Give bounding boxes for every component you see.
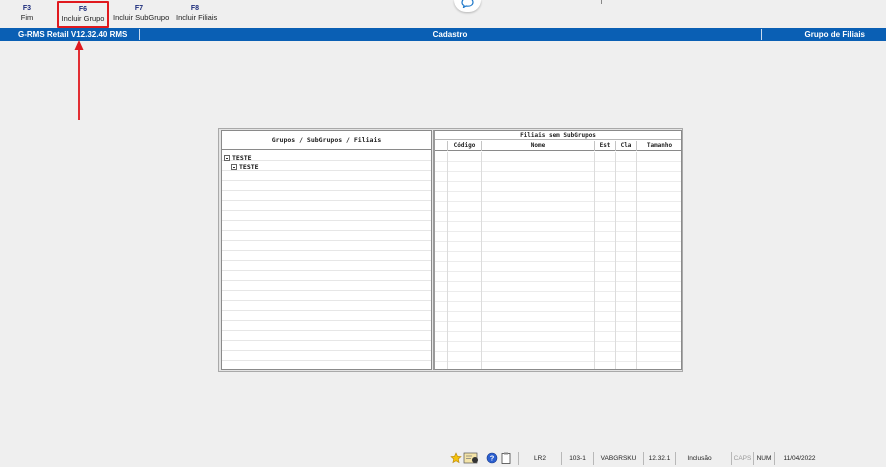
column-header-indicator[interactable] bbox=[435, 141, 447, 151]
user-lookup-icon[interactable] bbox=[463, 452, 481, 464]
tree-rows bbox=[222, 151, 431, 369]
column-header-size[interactable]: Tamanho bbox=[636, 141, 682, 151]
title-separator bbox=[761, 29, 762, 40]
collapse-toggle-icon[interactable] bbox=[231, 164, 237, 170]
f7-include-subgroup-button[interactable]: F7 Incluir SubGrupo bbox=[113, 4, 170, 23]
status-bar: ? LR2 103-1 VABGRSKU 12.32.1 Inclusão CA… bbox=[448, 451, 886, 465]
status-caps-lock: CAPS bbox=[731, 452, 753, 465]
status-mode: Inclusão bbox=[675, 452, 723, 465]
grid-column-line bbox=[636, 152, 637, 369]
f8-key-label: Incluir Filiais bbox=[176, 13, 218, 22]
grid-column-line bbox=[594, 152, 595, 369]
grid-header-row: Código Nome Est Cla Tamanho bbox=[435, 141, 681, 151]
tree-node-label: TESTE bbox=[239, 163, 259, 171]
column-header-name[interactable]: Nome bbox=[481, 141, 594, 151]
f7-key-label: Incluir SubGrupo bbox=[113, 13, 170, 22]
status-branch: 103-1 bbox=[561, 452, 593, 465]
status-date: 11/04/2022 bbox=[774, 452, 824, 465]
toolbar-divider bbox=[601, 0, 602, 4]
f3-key-label: Fim bbox=[20, 13, 34, 22]
grid-body bbox=[435, 152, 681, 369]
grid-column-line bbox=[615, 152, 616, 369]
clipboard-icon[interactable] bbox=[500, 452, 512, 464]
tree-node-subgroup[interactable]: TESTE bbox=[231, 163, 259, 171]
tree-node-label: TESTE bbox=[232, 154, 252, 162]
module-title: Cadastro bbox=[432, 30, 468, 39]
groups-tree[interactable]: Grupos / SubGrupos / Filiais TESTE TESTE bbox=[221, 130, 432, 370]
annotation-arrow bbox=[74, 40, 84, 120]
f8-key-code: F8 bbox=[190, 5, 200, 12]
tree-header: Grupos / SubGrupos / Filiais bbox=[222, 131, 431, 150]
function-key-toolbar: F3 Fim F6 Incluir Grupo F7 Incluir SubGr… bbox=[0, 0, 886, 28]
tree-node-group[interactable]: TESTE bbox=[224, 154, 252, 162]
group-branches-panel: Grupos / SubGrupos / Filiais TESTE TESTE… bbox=[218, 128, 683, 372]
collapse-toggle-icon[interactable] bbox=[224, 155, 230, 161]
branches-without-subgroups-grid[interactable]: Filiais sem SubGrupos Código Nome Est Cl… bbox=[433, 130, 682, 370]
f6-include-group-button[interactable]: F6 Incluir Grupo bbox=[57, 1, 109, 28]
svg-text:?: ? bbox=[490, 454, 495, 463]
f3-key-code: F3 bbox=[22, 5, 32, 12]
f7-key-code: F7 bbox=[134, 5, 144, 12]
status-workstation: LR2 bbox=[518, 452, 561, 465]
column-header-cla[interactable]: Cla bbox=[615, 141, 636, 151]
f6-key-code: F6 bbox=[78, 6, 88, 13]
title-bar: G-RMS Retail V12.32.40 RMS Cadastro Grup… bbox=[0, 28, 886, 41]
grid-title: Filiais sem SubGrupos bbox=[435, 131, 681, 140]
status-version: 12.32.1 bbox=[643, 452, 675, 465]
grid-column-line bbox=[481, 152, 482, 369]
help-icon[interactable]: ? bbox=[486, 452, 498, 464]
column-header-est[interactable]: Est bbox=[594, 141, 615, 151]
screen-title: Grupo de Filiais bbox=[804, 30, 865, 39]
star-icon[interactable] bbox=[450, 452, 462, 464]
f8-include-branches-button[interactable]: F8 Incluir Filiais bbox=[176, 4, 218, 23]
status-program: VABGRSKU bbox=[593, 452, 643, 465]
status-num-lock: NUM bbox=[753, 452, 774, 465]
grid-column-line bbox=[447, 152, 448, 369]
f3-exit-button[interactable]: F3 Fim bbox=[16, 4, 38, 23]
f6-key-label: Incluir Grupo bbox=[61, 14, 105, 23]
chat-icon bbox=[461, 0, 474, 8]
column-header-code[interactable]: Código bbox=[447, 141, 481, 151]
